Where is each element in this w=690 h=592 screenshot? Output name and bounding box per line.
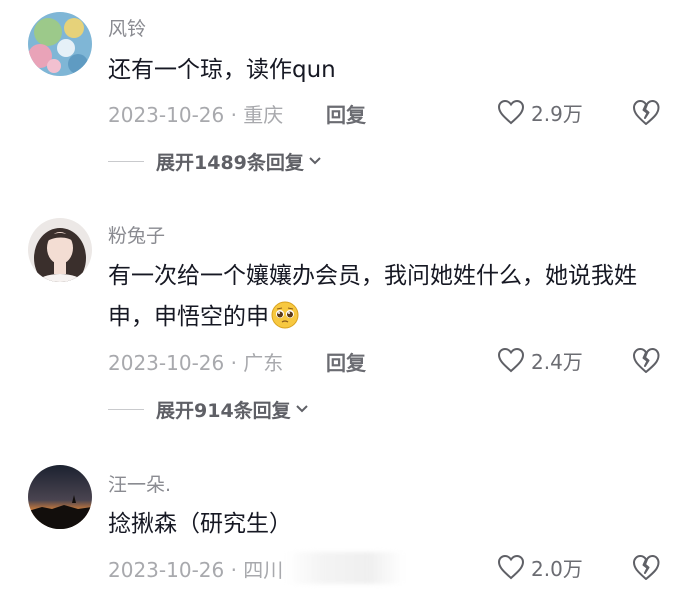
divider-line: [108, 408, 144, 410]
username[interactable]: 汪一朵.: [108, 470, 171, 497]
chevron-down-icon: [295, 405, 308, 413]
avatar-image: [28, 465, 92, 529]
like-button[interactable]: 2.4万: [497, 345, 583, 375]
comment-meta: 2023-10-26 · 重庆: [108, 103, 284, 127]
comment-text-body: 有一次给一个孃孃办会员，我问她姓什么，她说我姓申，申悟空的申: [108, 263, 637, 330]
avatar-image: [28, 218, 92, 282]
blur-overlay: [286, 552, 404, 584]
reply-button[interactable]: 回复: [326, 99, 366, 128]
avatar[interactable]: [28, 12, 92, 76]
expand-replies-button[interactable]: 展开1489条回复: [108, 148, 322, 174]
expand-replies-label: 展开1489条回复: [156, 151, 304, 174]
avatar[interactable]: [28, 465, 92, 529]
like-button[interactable]: 2.0万: [497, 552, 583, 582]
username[interactable]: 粉兔子: [108, 221, 165, 248]
avatar[interactable]: [28, 218, 92, 282]
broken-heart-icon[interactable]: [631, 346, 661, 374]
comment-text: 还有一个琼，读作qun: [108, 57, 336, 83]
reply-button[interactable]: 回复: [326, 347, 366, 376]
expand-replies-label: 展开914条回复: [156, 399, 291, 422]
like-count: 2.4万: [531, 349, 583, 374]
divider-line: [108, 160, 144, 162]
heart-outline-icon: [497, 554, 525, 580]
comment-meta: 2023-10-26 · 四川: [108, 558, 284, 582]
like-count: 2.0万: [531, 556, 583, 581]
chevron-down-icon: [309, 157, 321, 165]
pleading-face-emoji: [271, 301, 299, 329]
broken-heart-icon[interactable]: [631, 553, 661, 581]
broken-heart-icon[interactable]: [631, 98, 661, 126]
comment-meta: 2023-10-26 · 广东: [108, 351, 284, 375]
expand-replies-button[interactable]: 展开914条回复: [108, 396, 309, 422]
avatar-image: [28, 12, 92, 76]
comment-text: 有一次给一个孃孃办会员，我问她姓什么，她说我姓申，申悟空的申: [108, 256, 668, 338]
heart-outline-icon: [497, 347, 525, 373]
comment-item: 风铃 还有一个琼，读作qun 2023-10-26 · 重庆 回复 2.9万 展…: [0, 0, 690, 185]
username[interactable]: 风铃: [108, 14, 146, 41]
like-button[interactable]: 2.9万: [497, 97, 583, 127]
heart-outline-icon: [497, 99, 525, 125]
like-count: 2.9万: [531, 101, 583, 126]
comment-text: 捻揪森（研究生）: [108, 511, 292, 537]
